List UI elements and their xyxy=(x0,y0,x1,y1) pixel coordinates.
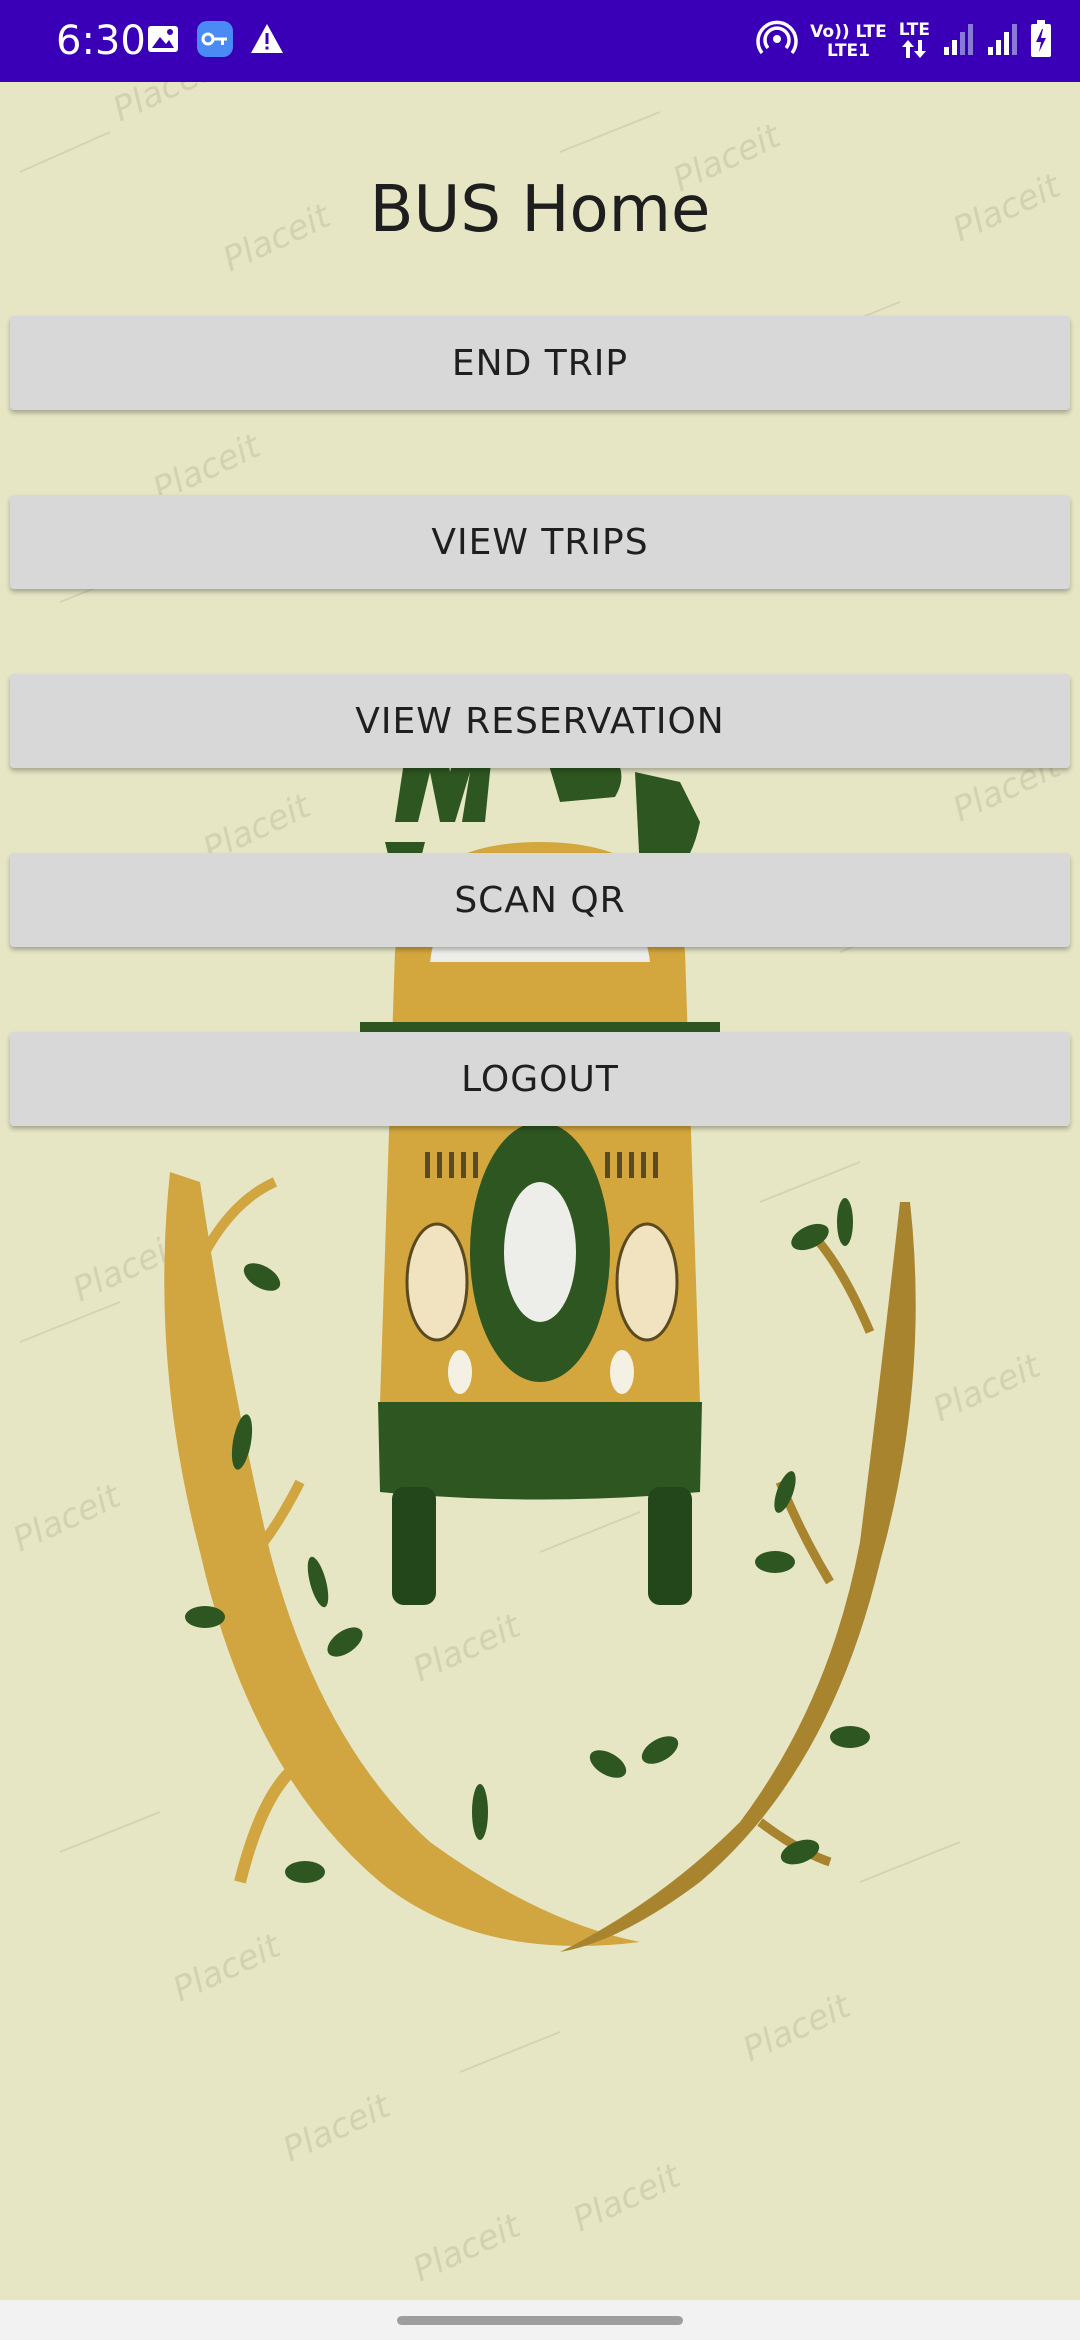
signal-icon xyxy=(942,21,974,62)
hotspot-icon xyxy=(756,18,798,65)
background-logo-art: Placeit Placeit Placeit Placeit Placeit … xyxy=(7,82,1068,2290)
view-reservation-button[interactable]: VIEW RESERVATION xyxy=(10,674,1070,768)
watermark-text: Placeit xyxy=(927,1345,1048,1430)
home-gesture-handle[interactable] xyxy=(397,2316,683,2325)
warning-icon xyxy=(248,20,286,58)
gesture-nav-bar xyxy=(0,2300,1080,2340)
lte-label: LTE xyxy=(898,19,930,40)
watermark-text: Placeit xyxy=(737,1985,858,2070)
network-top-label: Vo)) LTE xyxy=(810,21,887,42)
lte-data-indicator: LTE xyxy=(898,19,930,63)
status-bar: 6:30 Vo)) LTE LTE1 LTE xyxy=(0,0,1080,82)
watermark-text: Placeit xyxy=(567,2155,688,2240)
status-time: 6:30 xyxy=(56,18,146,64)
data-arrows-icon xyxy=(899,39,930,63)
watermark-text: Placeit xyxy=(107,82,228,130)
watermark-text: Placeit xyxy=(277,2085,398,2170)
status-right-icons: Vo)) LTE LTE1 LTE xyxy=(756,18,1052,65)
app-screen: Placeit Placeit Placeit Placeit Placeit … xyxy=(0,82,1080,2300)
vpn-key-icon xyxy=(196,20,234,58)
logout-button[interactable]: LOGOUT xyxy=(10,1032,1070,1126)
watermark-text: Placeit xyxy=(407,1605,528,1690)
scan-qr-button[interactable]: SCAN QR xyxy=(10,853,1070,947)
network-type-labels: Vo)) LTE LTE1 xyxy=(810,21,887,61)
status-left-icons xyxy=(144,20,286,58)
end-trip-button[interactable]: END TRIP xyxy=(10,316,1070,410)
bus-illustration xyxy=(360,842,720,1605)
watermark-text: Placeit xyxy=(167,1925,288,2010)
page-title: BUS Home xyxy=(369,173,711,247)
watermark-text: Placeit xyxy=(407,2205,528,2290)
watermark-text: Placeit xyxy=(7,1475,128,1560)
signal-icon xyxy=(986,21,1018,62)
network-bottom-label: LTE1 xyxy=(826,40,870,61)
view-trips-button[interactable]: VIEW TRIPS xyxy=(10,495,1070,589)
battery-charging-icon xyxy=(1030,20,1052,63)
image-icon xyxy=(144,20,182,58)
